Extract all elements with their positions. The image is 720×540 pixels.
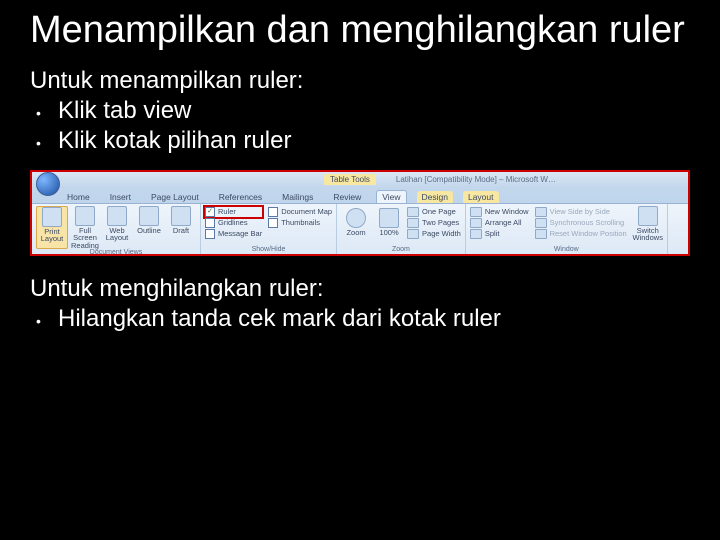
checkbox-checked-icon: ✓ bbox=[205, 207, 215, 217]
window-title: Latihan [Compatibility Mode] – Microsoft… bbox=[396, 175, 556, 184]
two-pages-label: Two Pages bbox=[422, 218, 459, 227]
checkbox-icon bbox=[205, 229, 215, 239]
ribbon-body: Print Layout Full Screen Reading Web Lay… bbox=[32, 203, 688, 254]
hide-section: Untuk menghilangkan ruler: Hilangkan tan… bbox=[30, 274, 690, 334]
checkbox-icon bbox=[205, 218, 215, 228]
switch-windows-icon bbox=[638, 206, 658, 226]
ribbon-tabs: Home Insert Page Layout References Maili… bbox=[32, 187, 688, 203]
group-window: New Window Arrange All Split View Side b… bbox=[466, 204, 668, 254]
new-window-button[interactable]: New Window bbox=[470, 207, 529, 217]
page-width-button[interactable]: Page Width bbox=[407, 229, 461, 239]
checkbox-icon bbox=[268, 218, 278, 228]
show-bullet-2: Klik kotak pilihan ruler bbox=[30, 126, 690, 156]
tab-mailings[interactable]: Mailings bbox=[277, 191, 318, 203]
side-by-side-label: View Side by Side bbox=[550, 207, 610, 216]
gridlines-checkbox[interactable]: Gridlines bbox=[205, 218, 262, 228]
full-screen-label: Full Screen Reading bbox=[70, 227, 100, 250]
web-layout-label: Web Layout bbox=[102, 227, 132, 242]
tab-home[interactable]: Home bbox=[62, 191, 95, 203]
print-layout-button[interactable]: Print Layout bbox=[36, 206, 68, 250]
arrange-all-icon bbox=[470, 218, 482, 228]
tab-design[interactable]: Design bbox=[417, 191, 453, 203]
sync-scroll-label: Synchronous Scrolling bbox=[550, 218, 625, 227]
two-pages-icon bbox=[407, 218, 419, 228]
one-page-icon bbox=[407, 207, 419, 217]
reset-window-position-button[interactable]: Reset Window Position bbox=[535, 229, 627, 239]
group-label-show-hide: Show/Hide bbox=[205, 246, 332, 253]
checkbox-icon bbox=[268, 207, 278, 217]
group-label-window: Window bbox=[470, 246, 663, 253]
switch-windows-button[interactable]: Switch Windows bbox=[633, 206, 663, 242]
title-bar: Table Tools Latihan [Compatibility Mode]… bbox=[32, 172, 688, 187]
ruler-checkbox[interactable]: ✓Ruler bbox=[205, 207, 262, 217]
tab-review[interactable]: Review bbox=[328, 191, 366, 203]
zoom-icon bbox=[346, 208, 366, 228]
document-map-checkbox[interactable]: Document Map bbox=[268, 207, 332, 217]
outline-label: Outline bbox=[137, 227, 161, 235]
full-screen-icon bbox=[75, 206, 95, 226]
hundred-percent-icon bbox=[379, 208, 399, 228]
new-window-label: New Window bbox=[485, 207, 529, 216]
arrange-all-label: Arrange All bbox=[485, 218, 522, 227]
arrange-all-button[interactable]: Arrange All bbox=[470, 218, 529, 228]
hundred-percent-button[interactable]: 100% bbox=[374, 208, 404, 237]
thumbnails-label: Thumbnails bbox=[281, 218, 320, 227]
page-width-icon bbox=[407, 229, 419, 239]
group-show-hide: ✓Ruler Gridlines Message Bar Document Ma… bbox=[201, 204, 337, 254]
split-icon bbox=[470, 229, 482, 239]
show-section: Untuk menampilkan ruler: Klik tab view K… bbox=[30, 66, 690, 156]
split-label: Split bbox=[485, 229, 500, 238]
hide-intro: Untuk menghilangkan ruler: bbox=[30, 274, 690, 304]
hundred-percent-label: 100% bbox=[379, 229, 398, 237]
document-map-label: Document Map bbox=[281, 207, 332, 216]
outline-button[interactable]: Outline bbox=[134, 206, 164, 250]
draft-label: Draft bbox=[173, 227, 189, 235]
zoom-button[interactable]: Zoom bbox=[341, 208, 371, 237]
outline-icon bbox=[139, 206, 159, 226]
tab-insert[interactable]: Insert bbox=[105, 191, 136, 203]
slide-title: Menampilkan dan menghilangkan ruler bbox=[30, 10, 690, 52]
zoom-label: Zoom bbox=[346, 229, 365, 237]
web-layout-button[interactable]: Web Layout bbox=[102, 206, 132, 250]
one-page-button[interactable]: One Page bbox=[407, 207, 461, 217]
show-intro: Untuk menampilkan ruler: bbox=[30, 66, 690, 96]
draft-icon bbox=[171, 206, 191, 226]
switch-windows-label: Switch Windows bbox=[633, 227, 663, 242]
tab-view[interactable]: View bbox=[376, 190, 406, 203]
contextual-tab-label: Table Tools bbox=[324, 174, 376, 185]
ribbon-screenshot: Table Tools Latihan [Compatibility Mode]… bbox=[30, 170, 690, 256]
print-layout-icon bbox=[42, 207, 62, 227]
view-side-by-side-button[interactable]: View Side by Side bbox=[535, 207, 627, 217]
print-layout-label: Print Layout bbox=[37, 228, 67, 243]
draft-button[interactable]: Draft bbox=[166, 206, 196, 250]
thumbnails-checkbox[interactable]: Thumbnails bbox=[268, 218, 332, 228]
gridlines-label: Gridlines bbox=[218, 218, 248, 227]
full-screen-reading-button[interactable]: Full Screen Reading bbox=[70, 206, 100, 250]
ruler-label: Ruler bbox=[218, 207, 236, 216]
tab-page-layout[interactable]: Page Layout bbox=[146, 191, 204, 203]
hide-bullet-1: Hilangkan tanda cek mark dari kotak rule… bbox=[30, 304, 690, 334]
web-layout-icon bbox=[107, 206, 127, 226]
new-window-icon bbox=[470, 207, 482, 217]
group-document-views: Print Layout Full Screen Reading Web Lay… bbox=[32, 204, 201, 254]
reset-window-icon bbox=[535, 229, 547, 239]
split-button[interactable]: Split bbox=[470, 229, 529, 239]
tab-layout[interactable]: Layout bbox=[463, 191, 499, 203]
tab-references[interactable]: References bbox=[214, 191, 267, 203]
message-bar-label: Message Bar bbox=[218, 229, 262, 238]
page-width-label: Page Width bbox=[422, 229, 461, 238]
synchronous-scrolling-button[interactable]: Synchronous Scrolling bbox=[535, 218, 627, 228]
group-zoom: Zoom 100% One Page Two Pages Page Width … bbox=[337, 204, 466, 254]
group-label-document-views: Document Views bbox=[36, 249, 196, 256]
reset-window-label: Reset Window Position bbox=[550, 229, 627, 238]
sync-scroll-icon bbox=[535, 218, 547, 228]
show-bullet-1: Klik tab view bbox=[30, 96, 690, 126]
group-label-zoom: Zoom bbox=[341, 246, 461, 253]
message-bar-checkbox[interactable]: Message Bar bbox=[205, 229, 262, 239]
side-by-side-icon bbox=[535, 207, 547, 217]
two-pages-button[interactable]: Two Pages bbox=[407, 218, 461, 228]
one-page-label: One Page bbox=[422, 207, 456, 216]
